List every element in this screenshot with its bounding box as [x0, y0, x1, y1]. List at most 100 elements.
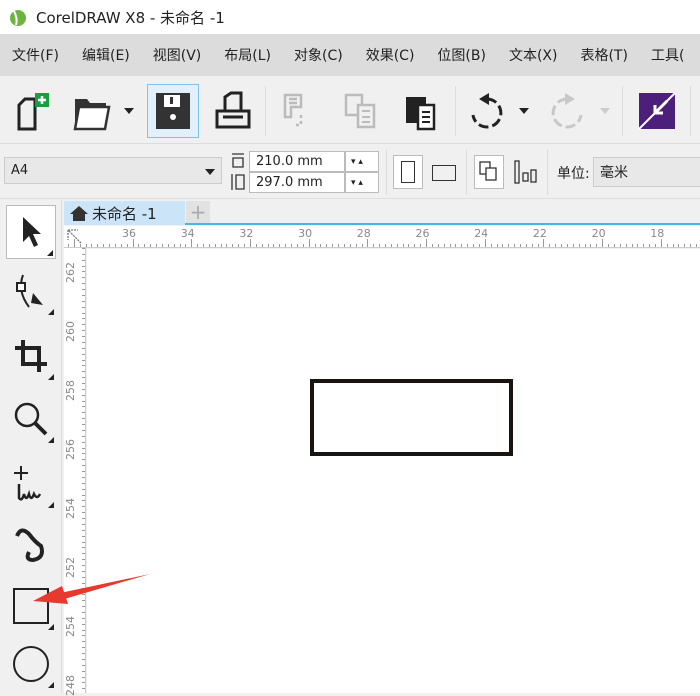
- document-tab-label: 未命名 -1: [92, 204, 157, 223]
- cut-button[interactable]: [272, 86, 322, 136]
- units-select[interactable]: 毫米: [593, 157, 700, 187]
- page-width-spinner[interactable]: ▾ ▴: [345, 151, 379, 172]
- ruler-tick-label: 256: [64, 439, 77, 460]
- ruler-tick-label: 18: [650, 227, 665, 240]
- print-button[interactable]: [208, 86, 258, 136]
- paste-icon: [406, 97, 436, 131]
- menu-object[interactable]: 对象(C): [294, 45, 343, 65]
- save-icon: [156, 93, 190, 129]
- rectangle-icon: [13, 588, 49, 624]
- page-width-icon: [232, 153, 244, 168]
- undo-button[interactable]: [462, 86, 512, 136]
- ellipse-tool[interactable]: [6, 638, 56, 690]
- vertical-ruler[interactable]: 262 260 258 256 254 252 254 248: [64, 248, 86, 696]
- curve-icon: [15, 528, 44, 563]
- ruler-tick-label: 260: [64, 321, 77, 342]
- paste-button[interactable]: [395, 86, 445, 136]
- page-height-input[interactable]: 297.0 mm: [249, 172, 345, 193]
- open-dropdown-icon[interactable]: [124, 108, 134, 114]
- menu-layout[interactable]: 布局(L): [224, 45, 271, 65]
- import-button[interactable]: [632, 86, 682, 136]
- rectangle-tool[interactable]: [6, 580, 56, 632]
- new-document-button[interactable]: [8, 86, 58, 136]
- menu-file[interactable]: 文件(F): [12, 45, 59, 65]
- zoom-tool[interactable]: [6, 393, 56, 445]
- menu-tools[interactable]: 工具(: [651, 45, 684, 65]
- drawing-canvas[interactable]: [87, 249, 700, 693]
- shape-node-icon: [16, 274, 43, 308]
- ruler-tick-label: 254: [64, 498, 77, 519]
- undo-dropdown-icon[interactable]: [519, 108, 529, 114]
- cut-icon: [283, 93, 303, 127]
- ruler-tick-label: 262: [64, 262, 77, 283]
- ruler-tick-label: 26: [415, 227, 430, 240]
- copy-button[interactable]: [335, 86, 385, 136]
- ruler-tick-label: 34: [180, 227, 195, 240]
- open-button[interactable]: [68, 86, 118, 136]
- import-icon: [638, 92, 676, 130]
- menu-table[interactable]: 表格(T): [580, 45, 627, 65]
- all-pages-icon: [479, 161, 497, 181]
- redo-icon: [551, 93, 583, 129]
- landscape-icon[interactable]: [432, 165, 456, 181]
- window-title: CorelDRAW X8 - 未命名 -1: [36, 8, 225, 27]
- ruler-tick-label: 28: [356, 227, 371, 240]
- undo-icon: [471, 93, 503, 129]
- ruler-tick-label: 20: [591, 227, 606, 240]
- new-document-icon: [17, 93, 49, 131]
- menu-effects[interactable]: 效果(C): [366, 45, 415, 65]
- ruler-tick-label: 30: [298, 227, 313, 240]
- menu-edit[interactable]: 编辑(E): [82, 45, 130, 65]
- ruler-tick-label: 22: [532, 227, 547, 240]
- horizontal-ruler[interactable]: 36 34 32 30 28 26 24 22 20 18: [64, 226, 700, 248]
- page-height-value: 297.0 mm: [256, 175, 323, 190]
- page-height-spinner[interactable]: ▾ ▴: [345, 172, 379, 193]
- crop-icon: [15, 340, 47, 372]
- ruler-tick-label: 24: [474, 227, 489, 240]
- standard-toolbar: [0, 78, 700, 144]
- crop-tool[interactable]: [6, 330, 56, 382]
- page-size-value: A4: [11, 163, 29, 178]
- menu-text[interactable]: 文本(X): [509, 45, 558, 65]
- ruler-tick-label: 36: [122, 227, 136, 240]
- current-page-icon[interactable]: [513, 159, 539, 185]
- coreldraw-logo-icon: [10, 10, 26, 26]
- page-width-input[interactable]: 210.0 mm: [249, 151, 345, 172]
- add-tab-button[interactable]: +: [186, 201, 210, 223]
- document-tab[interactable]: 未命名 -1: [64, 201, 185, 225]
- portrait-button[interactable]: [393, 155, 423, 189]
- ruler-tick-label: 258: [64, 380, 77, 401]
- ruler-tick-label: 254: [64, 616, 77, 637]
- menu-bitmaps[interactable]: 位图(B): [437, 45, 486, 65]
- print-icon: [215, 91, 251, 129]
- ellipse-icon: [13, 646, 49, 682]
- freehand-tool[interactable]: [6, 458, 56, 510]
- freehand-icon: [14, 466, 42, 501]
- units-value: 毫米: [600, 165, 628, 181]
- document-tab-bar: 未命名 -1 +: [64, 200, 700, 225]
- copy-icon: [344, 93, 376, 129]
- page-height-icon: [231, 174, 245, 190]
- pointer-arrow-icon: [23, 217, 41, 247]
- units-label: 单位:: [557, 166, 590, 182]
- shape-tool[interactable]: [6, 265, 56, 317]
- redo-dropdown-icon[interactable]: [600, 108, 610, 114]
- toolbox: [0, 200, 62, 693]
- magnifier-icon: [14, 402, 48, 436]
- ruler-tick-label: 252: [64, 557, 77, 578]
- portrait-icon: [401, 161, 415, 183]
- title-bar: CorelDRAW X8 - 未命名 -1: [0, 0, 700, 34]
- chevron-down-icon: [205, 169, 215, 175]
- drawn-rectangle[interactable]: [310, 379, 513, 456]
- redo-button[interactable]: [542, 86, 592, 136]
- page-width-value: 210.0 mm: [256, 154, 323, 169]
- menu-view[interactable]: 视图(V): [153, 45, 202, 65]
- pick-tool[interactable]: [6, 205, 56, 259]
- artistic-media-tool[interactable]: [6, 518, 56, 570]
- menu-bar: 文件(F) 编辑(E) 视图(V) 布局(L) 对象(C) 效果(C) 位图(B…: [0, 34, 700, 76]
- save-button[interactable]: [147, 84, 199, 138]
- page-size-select[interactable]: A4: [4, 157, 222, 184]
- ruler-origin-icon[interactable]: [66, 228, 84, 246]
- all-pages-button[interactable]: [474, 155, 504, 189]
- home-icon: [70, 206, 88, 221]
